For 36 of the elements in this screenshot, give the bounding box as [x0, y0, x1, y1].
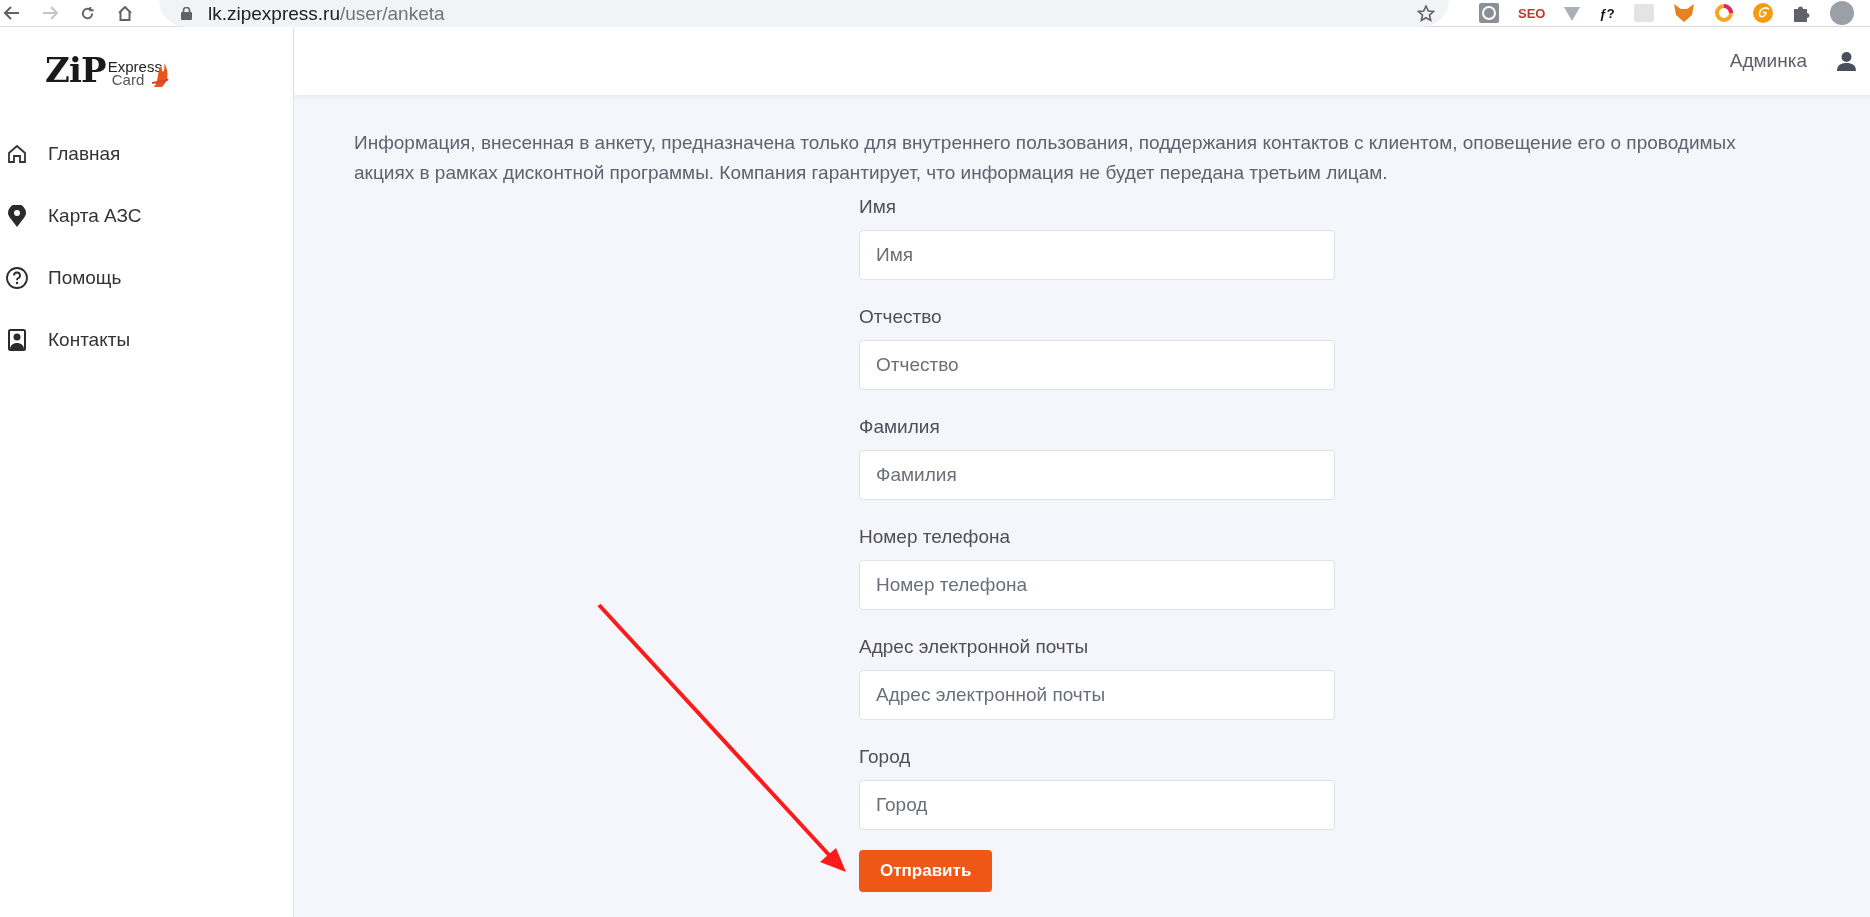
- reload-icon[interactable]: [80, 5, 95, 21]
- nav-link[interactable]: Главная: [0, 136, 293, 172]
- input-field[interactable]: Адрес электронной почты: [859, 670, 1335, 720]
- back-icon[interactable]: [4, 6, 20, 20]
- ring-icon[interactable]: [1713, 3, 1734, 23]
- contact-card-icon: [8, 329, 26, 351]
- home-icon[interactable]: [117, 5, 133, 21]
- url-text: lk.zipexpress.ru/user/anketa: [208, 3, 445, 23]
- map-pin-icon: [8, 205, 26, 227]
- lock-icon: [181, 6, 192, 20]
- extension-button[interactable]: SEO: [1518, 6, 1546, 20]
- input-field[interactable]: Фамилия: [859, 450, 1335, 500]
- input-field[interactable]: Номер телефона: [859, 560, 1335, 610]
- field-label: Адрес электронной почты: [859, 635, 1089, 659]
- clock-icon[interactable]: [1479, 3, 1499, 23]
- nav-link[interactable]: Контакты: [0, 322, 293, 358]
- field-label: Имя: [859, 195, 896, 219]
- privacy-notice: Информация, внесенная в анкету, предназначена только для внутреннего пользования, поддержания контактов с клиентом, оповещение его о проводимых акциях в рамках дисконтной программы. Компания гарантирует, что информация не будет передана третьим лицам.: [354, 131, 1737, 185]
- nav-link[interactable]: Карта АЗС: [0, 198, 293, 234]
- field-label: Город: [859, 745, 911, 769]
- input-field[interactable]: Отчество: [859, 340, 1335, 390]
- address-bar[interactable]: lk.zipexpress.ru/user/anketa: [159, 0, 1449, 27]
- user-icon[interactable]: [1837, 51, 1856, 71]
- input-field[interactable]: Имя: [859, 230, 1335, 280]
- fox-icon[interactable]: [1672, 3, 1695, 23]
- bookmark-star-icon[interactable]: [1417, 4, 1435, 22]
- admin-link[interactable]: Админка: [1729, 46, 1807, 76]
- help-icon: [6, 267, 28, 289]
- profile-avatar[interactable]: [1829, 1, 1854, 25]
- nav-link[interactable]: Помощь: [0, 260, 293, 296]
- field-label: Фамилия: [859, 415, 940, 439]
- field-label: Номер телефона: [859, 525, 1011, 549]
- home-icon: [7, 144, 27, 164]
- field-label: Отчество: [859, 305, 942, 329]
- extension-button[interactable]: ƒ?: [1599, 6, 1615, 20]
- input-field[interactable]: Город: [859, 780, 1335, 830]
